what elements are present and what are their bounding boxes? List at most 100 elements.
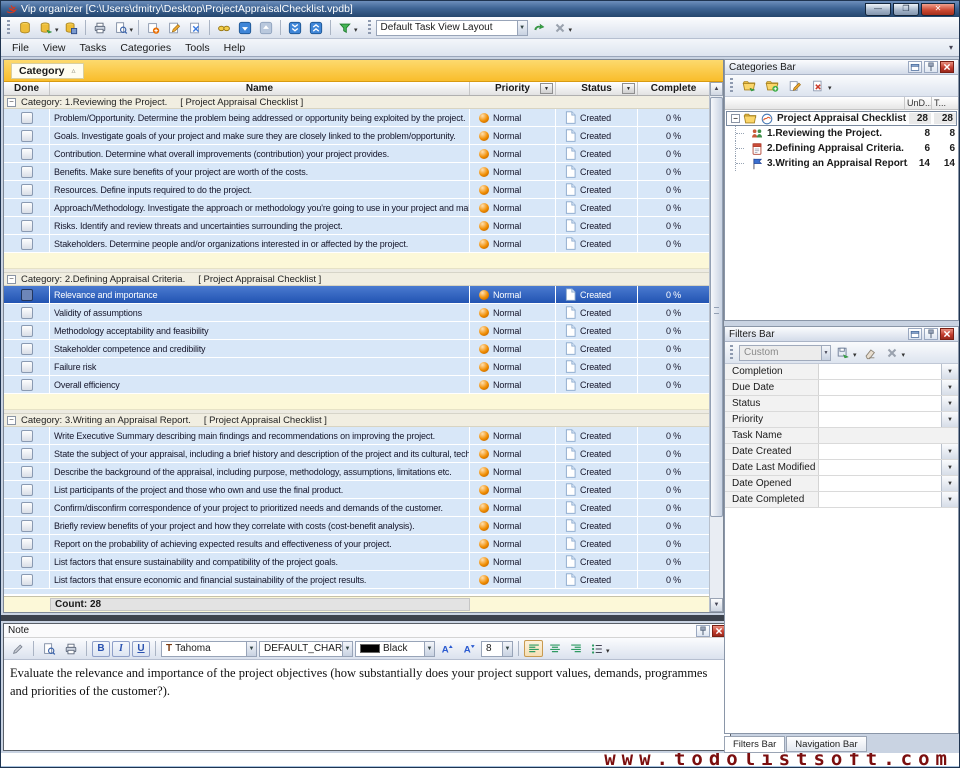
category-tree-item[interactable]: 1.Reviewing the Project.88 [725, 126, 958, 141]
filter-icon-dropdown[interactable]: ▾ [354, 26, 358, 34]
minimize-button[interactable]: — [865, 3, 891, 16]
filter-value[interactable] [819, 476, 941, 491]
status-filter-button[interactable]: ▼ [622, 83, 635, 94]
note-toolbar-overflow-icon[interactable]: ▾ [606, 647, 610, 655]
tab-navigation-bar[interactable]: Navigation Bar [786, 736, 866, 752]
menu-file[interactable]: File [5, 41, 36, 55]
align-right-button[interactable] [566, 640, 585, 657]
vertical-scrollbar[interactable]: ▲ ▼ [709, 82, 723, 612]
layout-selector[interactable]: Default Task View Layout ▼ [376, 20, 528, 36]
filter-value[interactable] [819, 364, 941, 379]
close-button[interactable]: ✕ [921, 3, 955, 16]
move-down-icon[interactable] [235, 19, 255, 37]
filter-dropdown-icon[interactable]: ▼ [941, 396, 958, 411]
category-group-header[interactable]: −Category: 2.Defining Appraisal Criteria… [4, 273, 709, 286]
task-checkbox[interactable] [21, 307, 33, 319]
task-row[interactable]: Validity of assumptionsNormalCreated0 % [4, 304, 709, 322]
filter-value[interactable] [819, 380, 941, 395]
task-checkbox[interactable] [21, 574, 33, 586]
filter-preset-select[interactable]: Custom ▼ [739, 345, 831, 361]
scroll-up-icon[interactable]: ▲ [710, 82, 723, 96]
new-database-icon[interactable] [15, 19, 35, 37]
delete-task-icon[interactable] [185, 19, 205, 37]
close-panel-icon[interactable] [940, 328, 954, 340]
color-select[interactable]: Black ▼ [355, 641, 435, 657]
print-icon[interactable] [90, 19, 110, 37]
task-checkbox[interactable] [21, 361, 33, 373]
add-subcategory-icon[interactable] [762, 77, 782, 95]
filter-dropdown-icon[interactable]: ▼ [941, 476, 958, 491]
column-header-name[interactable]: Name [50, 82, 470, 95]
filter-value[interactable] [819, 428, 958, 443]
undone-column-header[interactable]: UnD... [904, 97, 931, 109]
task-checkbox[interactable] [21, 112, 33, 124]
new-task-icon[interactable] [143, 19, 163, 37]
task-row[interactable]: Briefly review benefits of your project … [4, 517, 709, 535]
collapse-group-icon[interactable]: − [7, 416, 16, 425]
chevron-down-icon[interactable]: ▼ [342, 642, 352, 656]
task-checkbox[interactable] [21, 184, 33, 196]
restore-panel-icon[interactable] [908, 328, 922, 340]
filter-dropdown-icon[interactable]: ▼ [941, 492, 958, 507]
print-preview-icon[interactable] [111, 19, 131, 37]
task-checkbox[interactable] [21, 289, 33, 301]
filter-value[interactable] [819, 412, 941, 427]
task-checkbox[interactable] [21, 166, 33, 178]
task-row[interactable]: State the subject of your appraisal, inc… [4, 445, 709, 463]
pin-icon[interactable] [696, 625, 710, 637]
expand-all-icon[interactable] [285, 19, 305, 37]
bold-button[interactable]: B [92, 641, 110, 657]
category-tree-item[interactable]: −Project Appraisal Checklist2828 [726, 111, 957, 126]
font-size-select[interactable]: 8 ▼ [481, 641, 513, 657]
task-row[interactable]: Risks. Identify and review threats and u… [4, 217, 709, 235]
filter-value[interactable] [819, 396, 941, 411]
column-header-complete[interactable]: Complete [638, 82, 709, 95]
filter-dropdown-icon[interactable]: ▼ [941, 444, 958, 459]
task-row[interactable]: List factors that ensure economic and fi… [4, 571, 709, 589]
task-row[interactable]: Problem/Opportunity. Determine the probl… [4, 109, 709, 127]
scrollbar-track[interactable] [710, 96, 723, 598]
delete-filter-icon[interactable] [882, 344, 902, 362]
category-group-header[interactable]: −Category: 3.Writing an Appraisal Report… [4, 414, 709, 427]
task-checkbox[interactable] [21, 343, 33, 355]
filter-dropdown-icon[interactable]: ▼ [941, 412, 958, 427]
clear-filter-icon[interactable] [860, 344, 880, 362]
maximize-button[interactable]: ❐ [893, 3, 919, 16]
task-row[interactable]: Goals. Investigate goals of your project… [4, 127, 709, 145]
pin-icon[interactable] [924, 61, 938, 73]
column-header-status[interactable]: Status▼ [556, 82, 638, 95]
task-checkbox[interactable] [21, 379, 33, 391]
collapse-tree-icon[interactable]: − [731, 114, 740, 123]
scrollbar-thumb[interactable] [710, 97, 723, 517]
task-row[interactable]: Contribution. Determine what overall imp… [4, 145, 709, 163]
scroll-down-icon[interactable]: ▼ [710, 598, 723, 612]
task-row[interactable]: Stakeholder competence and credibilityNo… [4, 340, 709, 358]
collapse-group-icon[interactable]: − [7, 275, 16, 284]
menu-view[interactable]: View [36, 41, 73, 55]
task-row[interactable]: Confirm/disconfirm correspondence of you… [4, 499, 709, 517]
task-row[interactable]: Approach/Methodology. Investigate the ap… [4, 199, 709, 217]
align-center-button[interactable] [545, 640, 564, 657]
underline-button[interactable]: U [132, 641, 150, 657]
filter-icon[interactable] [335, 19, 355, 37]
chevron-down-icon[interactable]: ▼ [246, 642, 256, 656]
task-row[interactable]: Benefits. Make sure benefits of your pro… [4, 163, 709, 181]
column-header-done[interactable]: Done [4, 82, 50, 95]
task-row[interactable]: Describe the background of the appraisal… [4, 463, 709, 481]
task-row[interactable]: Stakeholders. Determine people and/or or… [4, 235, 709, 253]
align-left-button[interactable] [524, 640, 543, 657]
open-database-icon[interactable] [36, 19, 56, 37]
filter-dropdown-icon[interactable]: ▼ [941, 364, 958, 379]
menubar-overflow-icon[interactable]: ▾ [949, 43, 953, 52]
font-select[interactable]: T Tahoma ▼ [161, 641, 257, 657]
task-checkbox[interactable] [21, 220, 33, 232]
task-row[interactable]: Write Executive Summary describing main … [4, 427, 709, 445]
task-row[interactable]: Resources. Define inputs required to do … [4, 181, 709, 199]
chevron-down-icon[interactable]: ▼ [424, 642, 434, 656]
task-row[interactable]: List participants of the project and tho… [4, 481, 709, 499]
chevron-down-icon[interactable]: ▼ [821, 346, 830, 360]
group-by-chip[interactable]: Category ▵ [11, 63, 84, 79]
task-checkbox[interactable] [21, 148, 33, 160]
note-print-icon[interactable] [61, 640, 81, 658]
task-checkbox[interactable] [21, 130, 33, 142]
